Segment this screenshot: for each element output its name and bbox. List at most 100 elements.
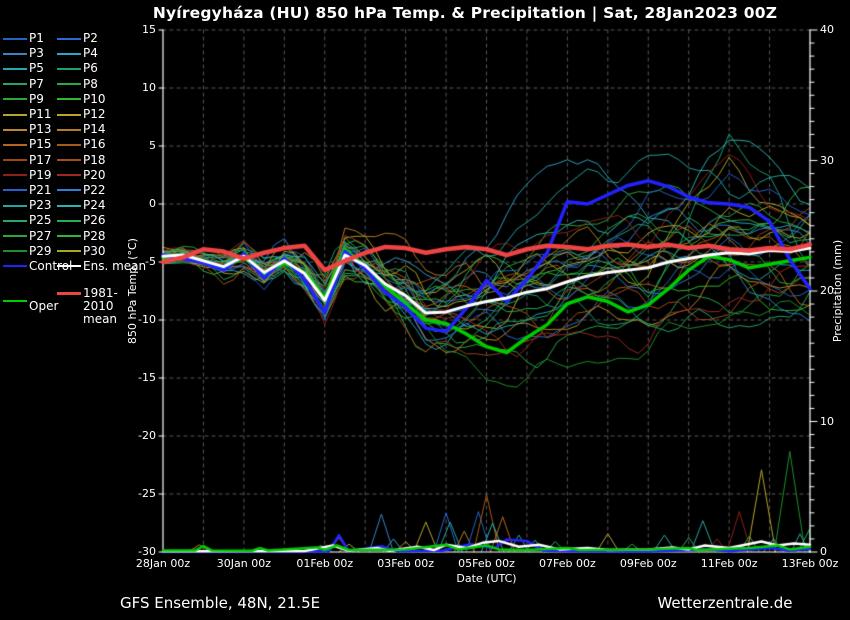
- legend-swatch-P12: [57, 114, 81, 116]
- temp-tick-label: 5: [116, 139, 156, 153]
- temp-axis-title: 850 hPa Temp. (°C): [126, 30, 142, 552]
- legend-swatch-P16: [57, 144, 81, 146]
- legend-swatch-P11: [3, 114, 27, 116]
- legend-swatch-P14: [57, 129, 81, 131]
- legend-swatch-1981-2010-mean: [57, 292, 81, 295]
- legend-item-P12: P12: [57, 108, 111, 121]
- legend-label: P20: [83, 169, 106, 182]
- legend-item-control: Control: [3, 260, 57, 273]
- legend-item-P1: P1: [3, 32, 57, 45]
- temp-tick-label: 15: [116, 23, 156, 37]
- legend-item-P18: P18: [57, 154, 111, 167]
- legend-item-P7: P7: [3, 78, 57, 91]
- legend-label: P21: [29, 184, 52, 197]
- temp-tick-label: -25: [116, 487, 156, 501]
- legend-swatch-P20: [57, 174, 81, 176]
- legend-swatch-P24: [57, 205, 81, 207]
- legend-item-P16: P16: [57, 138, 111, 151]
- legend-label: P17: [29, 154, 52, 167]
- legend-swatch-P1: [3, 38, 27, 40]
- legend-item-P17: P17: [3, 154, 57, 167]
- footer-model-info: GFS Ensemble, 48N, 21.5E: [120, 594, 320, 612]
- legend-item-P25: P25: [3, 214, 57, 227]
- legend-label: P2: [83, 32, 98, 45]
- legend-label: P15: [29, 138, 52, 151]
- precip-tick-label: 10: [820, 415, 850, 429]
- legend-label: P19: [29, 169, 52, 182]
- precip-tick-label: 40: [820, 23, 850, 37]
- temp-tick-label: 10: [116, 81, 156, 95]
- legend-swatch-P19: [3, 174, 27, 176]
- legend-swatch-P27: [3, 235, 27, 237]
- legend-swatch-P18: [57, 159, 81, 161]
- legend-item-P3: P3: [3, 47, 57, 60]
- legend-item-P5: P5: [3, 62, 57, 75]
- legend-label: P3: [29, 47, 44, 60]
- legend-label: P6: [83, 62, 98, 75]
- temp-tick-label: -10: [116, 313, 156, 327]
- footer-site-name: Wetterzentrale.de: [645, 594, 805, 612]
- legend-label: P8: [83, 78, 98, 91]
- legend-label: P29: [29, 245, 52, 258]
- legend-swatch-P15: [3, 144, 27, 146]
- legend-swatch-P8: [57, 83, 81, 85]
- legend-item-P10: P10: [57, 93, 111, 106]
- date-tick-label: 09Feb 00z: [608, 557, 688, 571]
- legend-swatch-P25: [3, 220, 27, 222]
- date-tick-label: 03Feb 00z: [366, 557, 446, 571]
- legend-swatch-P4: [57, 53, 81, 55]
- temp-tick-label: -5: [116, 255, 156, 269]
- date-tick-label: 11Feb 00z: [689, 557, 769, 571]
- legend-swatch-P17: [3, 159, 27, 161]
- legend-label: P11: [29, 108, 52, 121]
- legend-label: P22: [83, 184, 106, 197]
- date-tick-label: 05Feb 00z: [447, 557, 527, 571]
- legend-label: P14: [83, 123, 106, 136]
- legend-swatch-P9: [3, 98, 27, 100]
- legend-swatch-P29: [3, 250, 27, 252]
- legend-label: P7: [29, 78, 44, 91]
- legend-label: P10: [83, 93, 106, 106]
- legend-item-P8: P8: [57, 78, 111, 91]
- legend-item-P19: P19: [3, 169, 57, 182]
- legend-swatch-P28: [57, 235, 81, 237]
- legend-label: P9: [29, 93, 44, 106]
- legend-item-P29: P29: [3, 245, 57, 258]
- legend-swatch-P7: [3, 83, 27, 85]
- x-axis-title: Date (UTC): [163, 572, 810, 585]
- legend-swatch-P30: [57, 250, 81, 252]
- legend-item-P2: P2: [57, 32, 111, 45]
- legend-label: P23: [29, 199, 52, 212]
- legend-swatch-control: [3, 265, 27, 267]
- legend-label: P24: [83, 199, 106, 212]
- legend-swatch-ens-mean: [57, 265, 81, 267]
- legend-item-P28: P28: [57, 230, 111, 243]
- legend-swatch-P26: [57, 220, 81, 222]
- legend-item-P26: P26: [57, 214, 111, 227]
- legend-item-P22: P22: [57, 184, 111, 197]
- legend-item-P4: P4: [57, 47, 111, 60]
- legend-label: P18: [83, 154, 106, 167]
- legend-swatch-P2: [57, 38, 81, 40]
- legend-item-P23: P23: [3, 199, 57, 212]
- legend-label: P4: [83, 47, 98, 60]
- legend-swatch-P6: [57, 68, 81, 70]
- legend-item-P27: P27: [3, 230, 57, 243]
- precip-tick-label: 20: [820, 284, 850, 298]
- legend-item-P21: P21: [3, 184, 57, 197]
- legend-label: P13: [29, 123, 52, 136]
- temp-tick-label: -15: [116, 371, 156, 385]
- legend-item-P30: P30: [57, 245, 111, 258]
- legend-swatch-P23: [3, 205, 27, 207]
- legend-item-P6: P6: [57, 62, 111, 75]
- legend-swatch-oper: [3, 300, 27, 302]
- date-tick-label: 13Feb 00z: [770, 557, 850, 571]
- legend-item-P24: P24: [57, 199, 111, 212]
- date-tick-label: 30Jan 00z: [204, 557, 284, 571]
- temp-tick-label: -20: [116, 429, 156, 443]
- legend-label: P28: [83, 230, 106, 243]
- legend-label: P27: [29, 230, 52, 243]
- legend-item-oper: Oper: [3, 300, 57, 313]
- temp-tick-label: 0: [116, 197, 156, 211]
- legend-swatch-P13: [3, 129, 27, 131]
